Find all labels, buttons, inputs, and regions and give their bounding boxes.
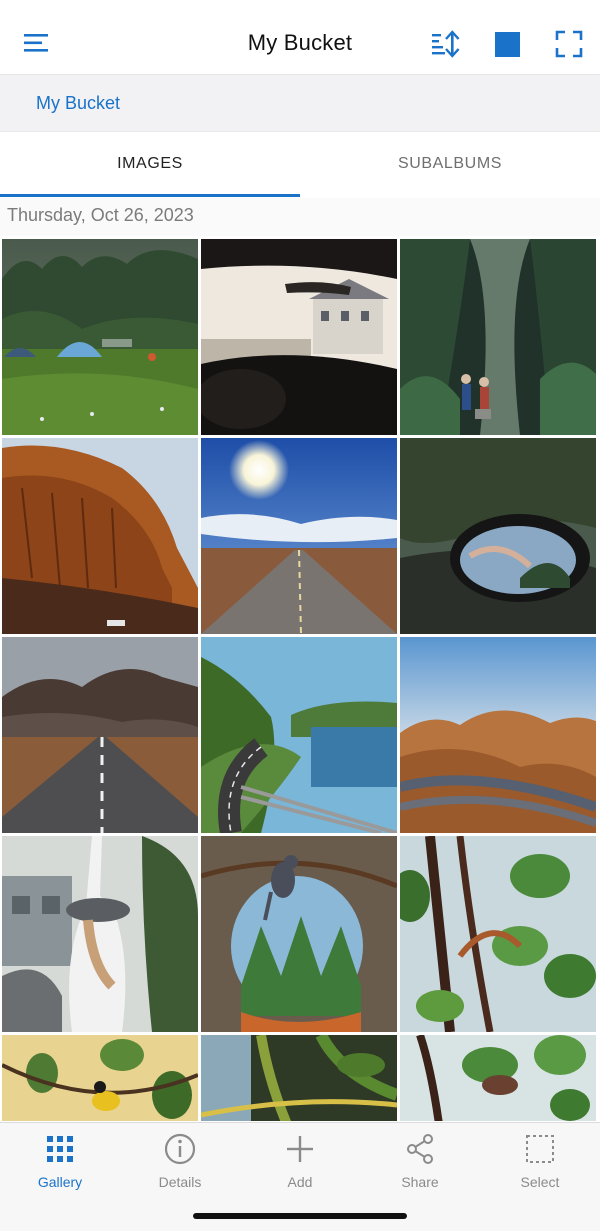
home-indicator [193, 1213, 407, 1219]
nav-gallery[interactable]: Gallery [0, 1123, 120, 1203]
car-mirror-hand-photo[interactable] [400, 438, 596, 634]
select-icon [526, 1135, 554, 1163]
mountain-road-photo[interactable] [2, 637, 198, 833]
red-cliff-photo[interactable] [2, 438, 198, 634]
date-section-header: Thursday, Oct 26, 2023 [0, 198, 600, 236]
top-app-bar: My Bucket [0, 0, 600, 75]
green-plants-photo[interactable] [201, 1035, 397, 1121]
tab-images[interactable]: IMAGES [0, 132, 300, 198]
plus-icon [287, 1136, 313, 1162]
photo-grid [0, 237, 600, 1121]
breadcrumb: My Bucket [0, 75, 600, 132]
campsite-meadow-photo[interactable] [2, 239, 198, 435]
lake-coast-road-photo[interactable] [201, 637, 397, 833]
nav-label: Share [401, 1174, 439, 1190]
tab-bar: IMAGES SUBALBUMS [0, 132, 600, 198]
grid-icon [47, 1136, 73, 1162]
nav-share[interactable]: Share [360, 1123, 480, 1203]
yellow-bird-leaves-photo[interactable] [2, 1035, 198, 1121]
car-windshield-house-photo[interactable] [201, 239, 397, 435]
moth-leaves-photo[interactable] [400, 1035, 596, 1121]
canyon-road-photo[interactable] [400, 637, 596, 833]
tropical-leaves-photo[interactable] [400, 836, 596, 1032]
square-icon[interactable] [495, 32, 520, 57]
nav-label: Details [158, 1174, 202, 1190]
section-date: Thursday, Oct 26, 2023 [7, 205, 194, 225]
share-icon [407, 1134, 433, 1164]
bird-rock-window-photo[interactable] [201, 836, 397, 1032]
tab-subalbums[interactable]: SUBALBUMS [300, 132, 600, 198]
nav-add[interactable]: Add [240, 1123, 360, 1203]
sunny-desert-road-photo[interactable] [201, 438, 397, 634]
nav-label: Add [287, 1174, 313, 1190]
nav-select[interactable]: Select [480, 1123, 600, 1203]
nav-label: Gallery [37, 1174, 83, 1190]
breadcrumb-item[interactable]: My Bucket [36, 93, 120, 114]
woman-hat-car-photo[interactable] [2, 836, 198, 1032]
nav-label: Select [520, 1174, 560, 1190]
active-tab-indicator [0, 194, 300, 197]
sort-icon[interactable] [430, 30, 462, 58]
info-icon [164, 1133, 196, 1165]
nav-details[interactable]: Details [120, 1123, 240, 1203]
fullscreen-icon[interactable] [555, 30, 583, 58]
hikers-forest-path-photo[interactable] [400, 239, 596, 435]
